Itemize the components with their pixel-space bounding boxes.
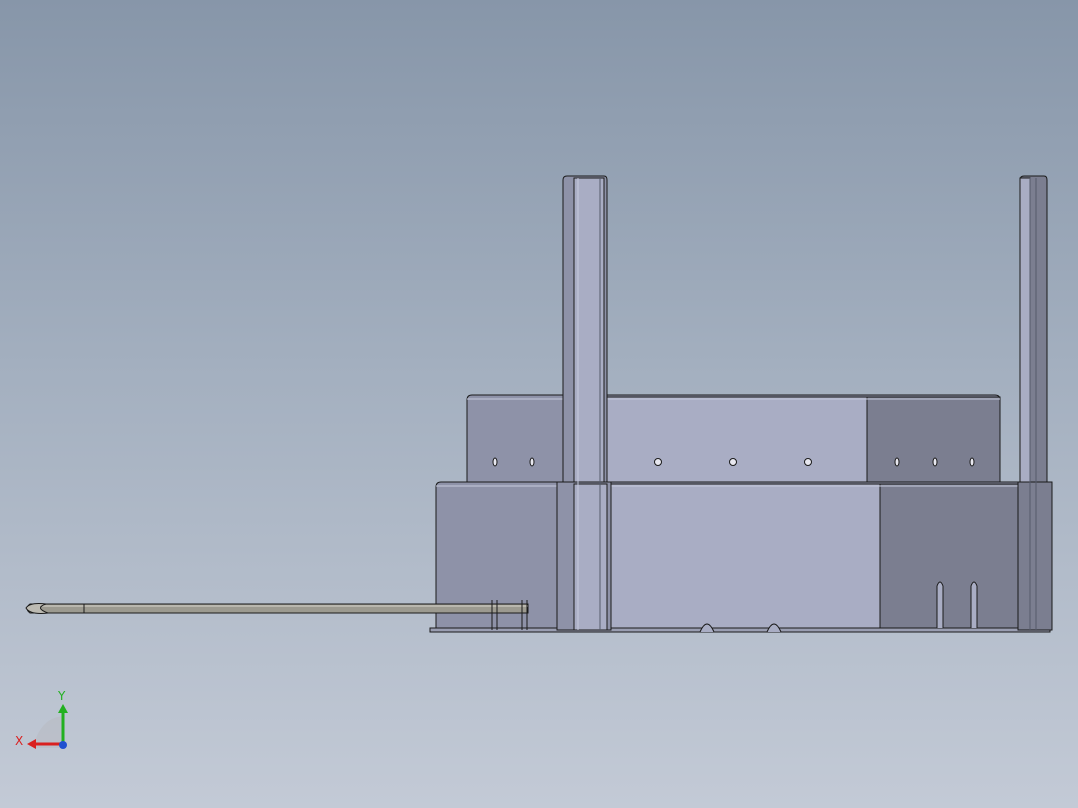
y-arrow-icon: [58, 704, 68, 713]
y-axis-label: Y: [57, 689, 66, 703]
right-post[interactable]: [1017, 175, 1053, 631]
z-axis-icon: [59, 741, 67, 749]
x-axis-label: X: [15, 734, 23, 748]
left-post[interactable]: [556, 175, 612, 631]
graphics-viewport[interactable]: Y X: [0, 0, 1078, 808]
view-triad: Y X: [15, 689, 68, 749]
upper-housing[interactable]: [466, 394, 1001, 486]
x-arrow-icon: [27, 739, 36, 749]
model-scene[interactable]: Y X: [0, 0, 1078, 808]
